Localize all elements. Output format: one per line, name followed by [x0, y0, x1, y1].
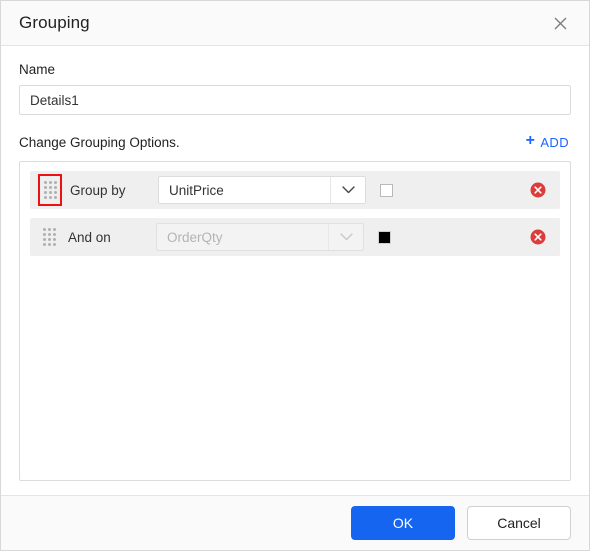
group-by-field-select[interactable]: UnitPrice	[158, 176, 366, 204]
grouping-row-checkbox-wrap	[364, 230, 410, 244]
add-grouping-label: ADD	[540, 134, 569, 150]
plus-icon: +	[525, 132, 536, 149]
drag-handle-icon[interactable]	[38, 174, 62, 206]
grouping-row-label: Group by	[70, 182, 126, 198]
and-on-field-select[interactable]: OrderQty	[156, 223, 364, 251]
grouping-section-header: Change Grouping Options. + ADD	[19, 132, 571, 150]
grouping-rows-panel: Group by UnitPrice And on OrderQty	[19, 161, 571, 481]
grouping-row-checkbox-wrap	[366, 183, 412, 197]
group-by-field-value: UnitPrice	[169, 182, 224, 198]
grouping-row-label: And on	[68, 229, 111, 245]
grouping-row: And on OrderQty	[30, 218, 560, 256]
dialog-footer: OK Cancel	[1, 495, 589, 550]
name-input[interactable]	[19, 85, 571, 115]
drag-handle-icon[interactable]	[38, 222, 60, 252]
grouping-section-title: Change Grouping Options.	[19, 134, 180, 150]
dialog-title: Grouping	[19, 13, 90, 32]
grouping-dialog: Grouping Name Change Grouping Options. +…	[0, 0, 590, 551]
ok-button[interactable]: OK	[351, 506, 455, 540]
add-grouping-button[interactable]: + ADD	[525, 132, 571, 150]
sort-descending-checkbox[interactable]	[378, 230, 391, 244]
dialog-header: Grouping	[1, 1, 589, 46]
cancel-button[interactable]: Cancel	[467, 506, 571, 540]
and-on-field-value: OrderQty	[167, 229, 223, 245]
delete-circle-icon[interactable]	[524, 223, 552, 251]
grouping-row: Group by UnitPrice	[30, 171, 560, 209]
name-label: Name	[19, 62, 56, 77]
chevron-down-icon	[328, 224, 363, 250]
delete-circle-icon[interactable]	[524, 176, 552, 204]
dialog-body: Name Change Grouping Options. + ADD Grou…	[1, 46, 589, 495]
sort-descending-checkbox[interactable]	[380, 183, 393, 197]
chevron-down-icon	[330, 177, 365, 203]
close-icon[interactable]	[547, 10, 573, 36]
